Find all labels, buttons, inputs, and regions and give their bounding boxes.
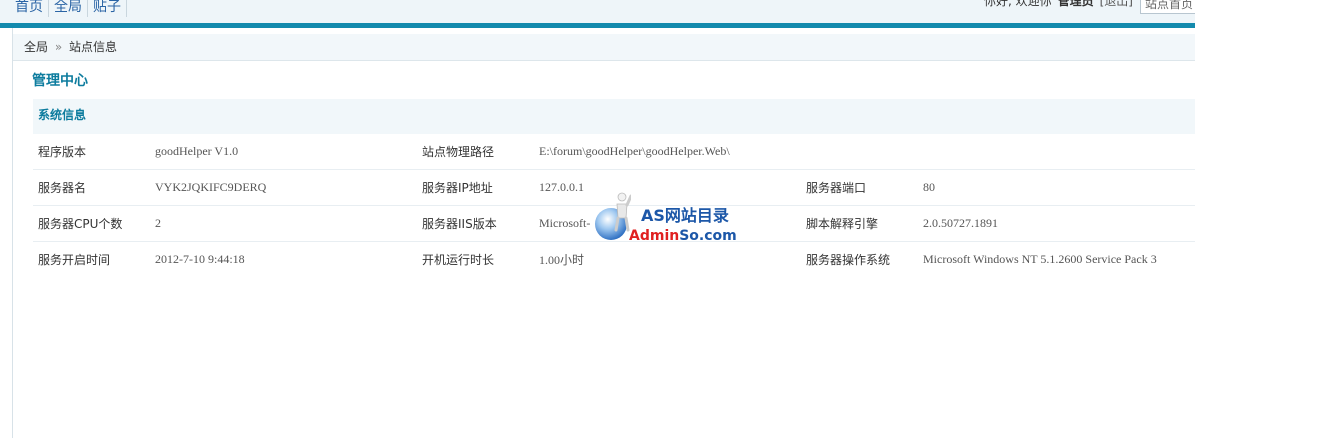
main-nav: 首页 全局 贴子 [10,0,127,17]
info-value: Microsoft Windows NT 5.1.2600 Service Pa… [923,252,1157,266]
info-label: 服务器IIS版本 [417,205,534,242]
person-icon [614,192,631,232]
watermark-title: AS网站目录 [641,206,729,225]
info-label: 服务器名 [33,169,150,206]
info-label: 服务器操作系统 [806,253,891,267]
nav-posts[interactable]: 贴子 [88,0,127,17]
admin-frame: 首页 全局 贴子 你好, 欢迎你 管理员 [退出] 站点首页 全局 » 站点信息… [0,0,1195,438]
breadcrumb: 全局 » 站点信息 [13,34,1195,61]
watermark-domain-a: Admin [629,228,680,244]
adminso-watermark-logo: AS网站目录 AdminSo.com [595,190,755,250]
breadcrumb-current: 站点信息 [69,40,118,54]
logout-link[interactable]: [退出] [1100,0,1133,9]
info-label [801,134,918,170]
accent-stripe [0,23,1195,28]
info-label: 开机运行时长 [422,253,495,267]
info-label: 服务开启时间 [38,253,111,267]
breadcrumb-root[interactable]: 全局 [24,40,48,54]
info-value: 80 [918,169,1195,206]
left-divider [12,28,13,438]
section-title: 系统信息 [33,99,1195,134]
info-value: 2.0.50727.1891 [918,205,1195,242]
greeting-text: 你好, 欢迎你 [983,0,1052,8]
username[interactable]: 管理员 [1058,0,1094,9]
info-value: VYK2JQKIFC9DERQ [150,169,417,206]
info-label: 站点物理路径 [417,134,534,170]
info-label: 程序版本 [33,134,150,170]
info-value: 2 [150,205,417,242]
table-row: 程序版本 goodHelper V1.0 站点物理路径 E:\forum\goodHe… [33,134,1195,170]
info-value [918,134,1195,170]
watermark-domain-b: So [679,228,699,244]
info-label: 服务器CPU个数 [33,205,150,242]
info-value: E:\forum\goodHelper\goodHelper.Web\ [534,134,801,170]
info-label: 脚本解释引擎 [801,205,918,242]
nav-global[interactable]: 全局 [49,0,88,17]
info-label: 服务器端口 [801,169,918,206]
breadcrumb-separator: » [54,40,63,54]
watermark-domain-c: .com [698,228,737,244]
info-value: 2012-7-10 9:44:18 [155,252,245,266]
page-title: 管理中心 [32,73,88,89]
info-value: goodHelper V1.0 [150,134,417,170]
info-label: 服务器IP地址 [417,169,534,206]
top-nav-bar: 首页 全局 贴子 你好, 欢迎你 管理员 [退出] 站点首页 [0,0,1195,23]
watermark-domain: AdminSo.com [629,228,737,244]
nav-home[interactable]: 首页 [10,0,49,17]
site-search-input[interactable]: 站点首页 [1140,0,1195,14]
user-bar: 你好, 欢迎你 管理员 [退出] [984,0,1133,9]
